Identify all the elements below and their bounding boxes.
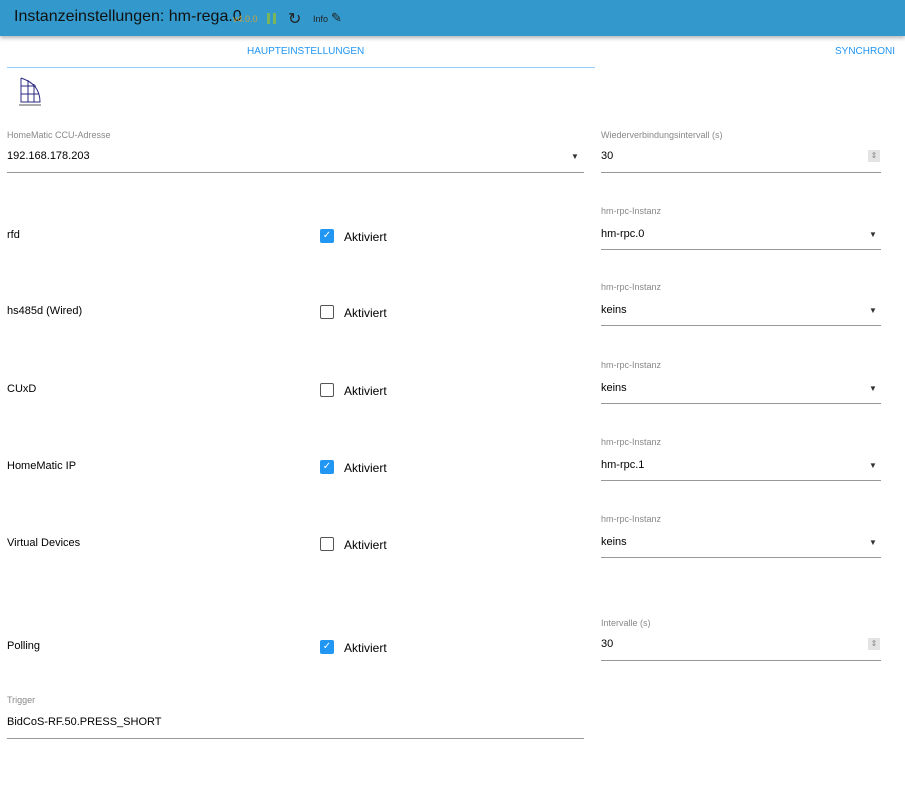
row-checkbox[interactable]: ✓ [320,460,334,474]
divider [7,172,584,173]
header-bar: Instanzeinstellungen: hm-rega.0 v4.0.0 ↻… [0,0,905,36]
homematic-logo [19,77,41,106]
row-label: HomeMatic IP [7,460,77,472]
rpc-instance-select[interactable]: hm-rpc.0 [601,228,644,240]
row-checkbox-label: Aktiviert [344,538,387,552]
edit-icon[interactable]: ✎ [331,10,342,26]
spinner-icon[interactable]: ⇕ [868,638,880,650]
polling-checkbox-label: Aktiviert [344,641,387,655]
row-checkbox-label: Aktiviert [344,230,387,244]
rpc-instance-select[interactable]: keins [601,382,627,394]
row-checkbox-label: Aktiviert [344,384,387,398]
polling-checkbox[interactable]: ✓ [320,640,334,654]
reconnect-label: Wiederverbindungsintervall (s) [601,130,723,140]
row-checkbox-label: Aktiviert [344,306,387,320]
tab-synchronisation[interactable]: SYNCHRONI [835,46,895,57]
divider [601,480,881,481]
row-label: CUxD [7,383,37,395]
spinner-icon[interactable]: ⇕ [868,150,880,162]
page-title: Instanzeinstellungen: hm-rega.0 [14,8,242,25]
chevron-down-icon[interactable]: ▼ [869,306,877,315]
divider [601,557,881,558]
rpc-instance-label: hm-rpc-Instanz [601,360,662,370]
row-checkbox[interactable] [320,537,334,551]
interval-label: Intervalle (s) [601,618,651,628]
reload-icon[interactable]: ↻ [288,9,301,29]
pause-icon[interactable] [267,13,270,24]
divider [601,249,881,250]
ccu-select[interactable]: 192.168.178.203 [7,150,90,162]
chevron-down-icon[interactable]: ▼ [869,538,877,547]
divider [601,325,881,326]
rpc-instance-select[interactable]: keins [601,536,627,548]
ccu-label: HomeMatic CCU-Adresse [7,130,111,140]
version-label: v4.0.0 [233,14,258,24]
rpc-instance-select[interactable]: keins [601,304,627,316]
row-checkbox-label: Aktiviert [344,461,387,475]
row-checkbox[interactable]: ✓ [320,229,334,243]
rpc-instance-label: hm-rpc-Instanz [601,437,662,447]
chevron-down-icon[interactable]: ▼ [869,230,877,239]
row-checkbox[interactable] [320,305,334,319]
divider [601,172,881,173]
interval-input[interactable]: 30 [601,638,613,650]
tab-indicator [7,67,595,68]
trigger-input[interactable]: BidCoS-RF.50.PRESS_SHORT [7,716,161,728]
polling-label: Polling [7,640,41,652]
rpc-instance-label: hm-rpc-Instanz [601,282,662,292]
reconnect-input[interactable]: 30 [601,150,613,162]
info-link[interactable]: Info [313,14,328,24]
rpc-instance-label: hm-rpc-Instanz [601,206,662,216]
divider [7,738,584,739]
chevron-down-icon[interactable]: ▼ [869,384,877,393]
trigger-label: Trigger [7,695,36,705]
chevron-down-icon[interactable]: ▼ [571,152,579,161]
row-label: rfd [7,229,20,241]
rpc-instance-label: hm-rpc-Instanz [601,514,662,524]
rpc-instance-select[interactable]: hm-rpc.1 [601,459,644,471]
divider [601,660,881,661]
divider [601,403,881,404]
tab-haupteinstellungen[interactable]: HAUPTEINSTELLUNGEN [247,46,364,57]
chevron-down-icon[interactable]: ▼ [869,461,877,470]
row-label: hs485d (Wired) [7,305,83,317]
row-label: Virtual Devices [7,537,81,549]
row-checkbox[interactable] [320,383,334,397]
